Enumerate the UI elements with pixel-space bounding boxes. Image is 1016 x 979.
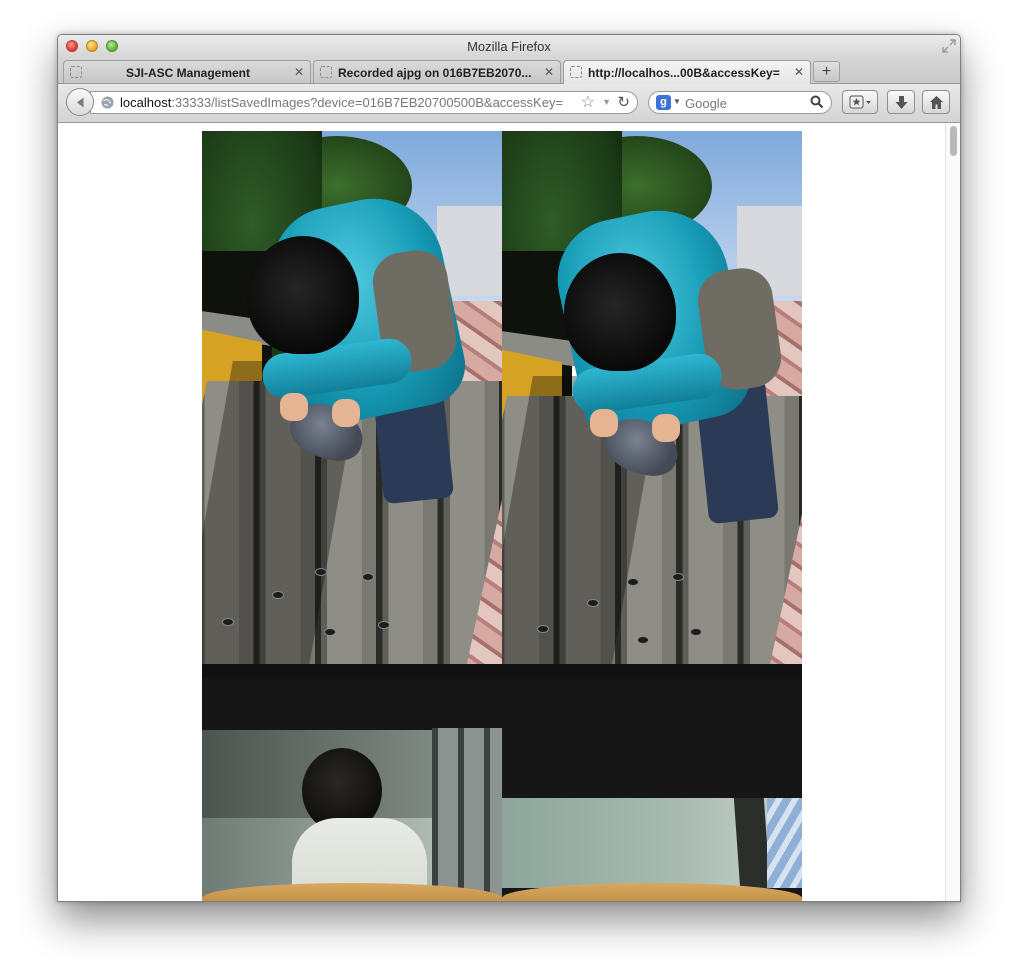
tab-list-saved-images[interactable]: http://localhos...00B&accessKey= ✕: [563, 60, 811, 84]
tab-sji-asc-management[interactable]: SJI-ASC Management ✕: [63, 60, 311, 83]
page-favicon-icon: [570, 66, 582, 78]
tab-label: Recorded ajpg on 016B7EB2070...: [338, 66, 532, 80]
home-icon: [930, 96, 943, 109]
tab-recorded-ajpg[interactable]: Recorded ajpg on 016B7EB2070... ✕: [313, 60, 561, 83]
url-bar[interactable]: localhost:33333/listSavedImages?device=0…: [90, 91, 638, 114]
pigeon-photo-left[interactable]: [202, 131, 502, 719]
bookmarks-menu-icon: [849, 95, 871, 109]
new-tab-button[interactable]: +: [813, 61, 840, 82]
window-title: Mozilla Firefox: [467, 39, 551, 54]
pigeon-photo-right[interactable]: [502, 131, 802, 719]
back-arrow-icon: [77, 97, 84, 108]
home-button[interactable]: [922, 90, 950, 114]
search-bar[interactable]: g ▼ Google: [648, 91, 832, 114]
page-favicon-icon: [70, 66, 82, 78]
google-engine-icon[interactable]: g: [656, 95, 671, 110]
close-icon[interactable]: ✕: [294, 65, 304, 79]
scrollbar-thumb[interactable]: [950, 126, 957, 156]
browser-window: Mozilla Firefox SJI-ASC Management ✕ Rec…: [57, 34, 961, 902]
fullscreen-icon[interactable]: [942, 39, 956, 53]
tab-strip: SJI-ASC Management ✕ Recorded ajpg on 01…: [58, 57, 960, 84]
url-path: :33333/listSavedImages?device=016B7EB207…: [171, 95, 564, 110]
title-bar: Mozilla Firefox: [58, 35, 960, 57]
room-photo-right[interactable]: [502, 678, 802, 901]
close-icon[interactable]: ✕: [544, 65, 554, 79]
downloads-button[interactable]: [887, 90, 915, 114]
chevron-down-icon[interactable]: ▼: [673, 97, 681, 106]
vertical-scrollbar[interactable]: [945, 123, 960, 901]
download-arrow-icon: [895, 96, 908, 109]
bookmarks-menu-button[interactable]: [842, 90, 878, 114]
search-placeholder: Google: [685, 96, 727, 111]
url-host: localhost: [120, 95, 172, 110]
url-dropdown-icon[interactable]: ▼: [602, 97, 611, 107]
page-content: [58, 123, 945, 901]
navigation-toolbar: localhost:33333/listSavedImages?device=0…: [58, 84, 960, 123]
magnifier-icon[interactable]: [810, 95, 824, 109]
tab-label: SJI-ASC Management: [125, 66, 251, 80]
reload-icon[interactable]: ↻: [617, 94, 630, 111]
tab-label: http://localhos...00B&accessKey=: [588, 66, 780, 80]
globe-icon: [101, 96, 114, 109]
back-button[interactable]: [66, 88, 94, 116]
star-icon[interactable]: ☆: [581, 94, 595, 111]
url-text: localhost:33333/listSavedImages?device=0…: [120, 95, 563, 110]
room-photo-left[interactable]: [202, 678, 502, 901]
page-favicon-icon: [320, 66, 332, 78]
close-icon[interactable]: ✕: [794, 65, 804, 79]
